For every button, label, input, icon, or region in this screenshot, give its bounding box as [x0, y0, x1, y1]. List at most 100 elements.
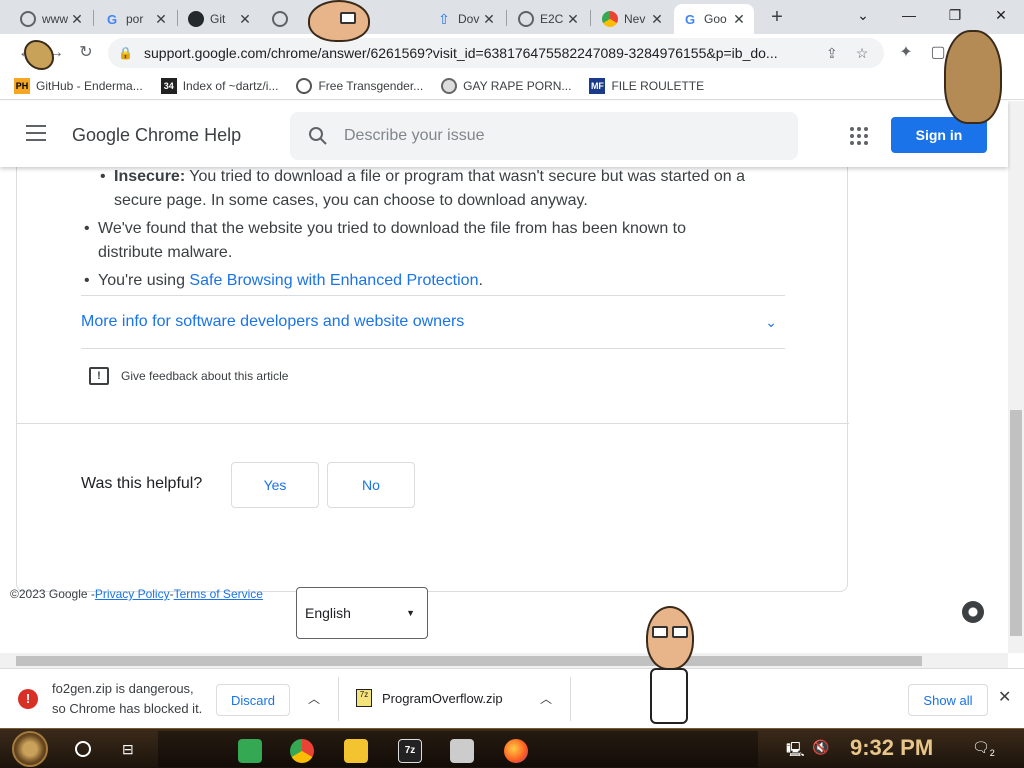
cartoon-man-mascot — [646, 606, 694, 670]
tab-separator — [590, 10, 591, 26]
no-button[interactable]: No — [327, 462, 415, 508]
shelf-separator — [338, 677, 339, 721]
close-tab-icon[interactable]: ✕ — [238, 11, 252, 28]
globe-icon — [441, 77, 458, 94]
google-g-icon: G — [106, 11, 118, 27]
bookmark-item[interactable]: MF FILE ROULETTE — [589, 77, 704, 94]
close-tab-icon[interactable]: ✕ — [732, 11, 746, 28]
chevron-up-icon[interactable]: ︿ — [540, 690, 552, 707]
minimize-button[interactable]: — — [886, 0, 932, 30]
start-button[interactable] — [12, 731, 48, 767]
tab-5[interactable]: ⇧ Dov ✕ — [428, 4, 504, 34]
close-tab-icon[interactable]: ✕ — [70, 11, 84, 28]
search-input[interactable] — [344, 127, 764, 145]
search-circle-icon[interactable] — [75, 741, 91, 757]
close-tab-icon[interactable]: ✕ — [650, 11, 664, 28]
bookmark-item[interactable]: 34 Index of ~dartz/i... — [160, 77, 278, 94]
page-title[interactable]: Google Chrome Help — [72, 125, 241, 146]
close-icon[interactable]: ✕ — [998, 687, 1011, 707]
bookmark-favicon-icon: 34 — [160, 77, 177, 94]
terms-of-service-link[interactable]: Terms of Service — [174, 587, 263, 601]
close-tab-icon[interactable]: ✕ — [154, 11, 168, 28]
firefox-app-icon[interactable] — [504, 739, 528, 763]
privacy-policy-link[interactable]: Privacy Policy — [95, 587, 170, 601]
feedback-link[interactable]: ! Give feedback about this article — [89, 367, 288, 385]
lock-icon[interactable]: 🔒 — [118, 46, 138, 60]
new-tab-button[interactable]: + — [766, 6, 788, 28]
show-all-button[interactable]: Show all — [908, 684, 988, 716]
bookmarks-bar: PH GitHub - Enderma... 34 Index of ~dart… — [0, 72, 1024, 100]
chevron-up-icon[interactable]: ︿ — [308, 690, 320, 707]
network-icon[interactable]: 🖳 — [786, 739, 805, 763]
safe-browsing-link[interactable]: Safe Browsing with Enhanced Protection — [189, 272, 478, 289]
close-window-button[interactable]: ✕ — [978, 0, 1024, 30]
helpful-question: Was this helpful? — [81, 475, 203, 492]
close-tab-icon[interactable]: ✕ — [482, 11, 496, 28]
bookmark-favicon-icon: PH — [14, 77, 30, 94]
close-tab-icon[interactable]: ✕ — [566, 11, 580, 28]
article-card: • Insecure: You tried to download a file… — [16, 167, 849, 592]
divider — [17, 423, 849, 424]
github-icon — [188, 11, 204, 27]
glasses-icon — [672, 626, 688, 638]
share-icon[interactable]: ⇪ — [826, 45, 838, 62]
dark-mode-toggle-icon[interactable] — [962, 601, 984, 623]
blocked-download-message: fo2gen.zip is dangerous, so Chrome has b… — [52, 681, 203, 716]
tab-1[interactable]: www ✕ — [12, 4, 92, 34]
tab-search-icon[interactable]: ⌄ — [840, 0, 886, 30]
chrome-app-icon[interactable] — [290, 739, 314, 763]
yes-button[interactable]: Yes — [231, 462, 319, 508]
glasses-icon — [340, 12, 356, 24]
download-file-name[interactable]: ProgramOverflow.zip — [382, 691, 503, 706]
tab-separator — [177, 10, 178, 26]
app-icon[interactable] — [450, 739, 474, 763]
sheets-app-icon[interactable] — [238, 739, 262, 763]
bookmark-star-icon[interactable]: ☆ — [856, 45, 869, 62]
main-menu-icon[interactable] — [26, 125, 46, 141]
notifications-icon[interactable]: 🗨2 — [972, 739, 995, 758]
reload-button[interactable]: ↻ — [74, 41, 98, 65]
upload-arrow-icon: ⇧ — [438, 10, 450, 27]
dropdown-arrow-icon: ▼ — [406, 608, 415, 618]
mask-favicon-icon — [296, 77, 313, 94]
discard-button[interactable]: Discard — [216, 684, 290, 716]
language-select[interactable]: English ▼ — [296, 587, 428, 639]
google-apps-icon[interactable] — [850, 127, 868, 145]
globe-icon — [518, 11, 534, 27]
task-view-icon[interactable]: ⊟ — [122, 741, 140, 757]
globe-icon — [20, 11, 36, 27]
chrome-icon — [602, 11, 618, 27]
zip-file-icon: 7z — [356, 689, 372, 707]
tab-6[interactable]: E2C ✕ — [510, 4, 588, 34]
site-icon — [272, 11, 288, 27]
tab-7[interactable]: Nev ✕ — [594, 4, 672, 34]
tab-2[interactable]: G por ✕ — [96, 4, 176, 34]
horizontal-scroll-thumb[interactable] — [16, 656, 922, 666]
chevron-down-icon: ⌄ — [765, 313, 777, 330]
tab-active[interactable]: G Goo ✕ — [674, 4, 754, 34]
bookmark-item[interactable]: GAY RAPE PORN... — [441, 77, 571, 94]
footer: ©2023 Google - Privacy Policy - Terms of… — [10, 587, 263, 601]
address-bar[interactable]: 🔒 support.google.com/chrome/answer/62615… — [108, 38, 884, 68]
tab-separator — [506, 10, 507, 26]
list-item-continued: secure page. In some cases, you can choo… — [114, 192, 588, 209]
search-box[interactable] — [290, 112, 798, 160]
extensions-icon[interactable]: ✦ — [894, 41, 918, 65]
bookmark-item[interactable]: Free Transgender... — [296, 77, 423, 94]
list-item: • Insecure: You tried to download a file… — [100, 168, 745, 185]
browser-toolbar: ← → ↻ 🔒 support.google.com/chrome/answer… — [0, 34, 1024, 72]
clock[interactable]: 9:32 PM — [850, 735, 933, 761]
tab-3[interactable]: Git ✕ — [180, 4, 260, 34]
volume-muted-icon[interactable]: 🔇 — [812, 739, 829, 756]
restore-button[interactable]: ❐ — [932, 0, 978, 30]
url-text[interactable]: support.google.com/chrome/answer/6261569… — [144, 45, 816, 61]
7zip-app-icon[interactable]: 7z — [398, 739, 422, 763]
download-shelf: ! fo2gen.zip is dangerous, so Chrome has… — [0, 668, 1024, 728]
more-info-expander[interactable]: More info for software developers and we… — [81, 295, 785, 349]
file-explorer-icon[interactable] — [344, 739, 368, 763]
bookmark-item[interactable]: PH GitHub - Enderma... — [14, 77, 143, 94]
bookmark-favicon-icon: MF — [589, 77, 606, 94]
list-item-continued: distribute malware. — [98, 244, 233, 261]
glasses-icon — [652, 626, 668, 638]
vertical-scroll-thumb[interactable] — [1010, 410, 1022, 636]
